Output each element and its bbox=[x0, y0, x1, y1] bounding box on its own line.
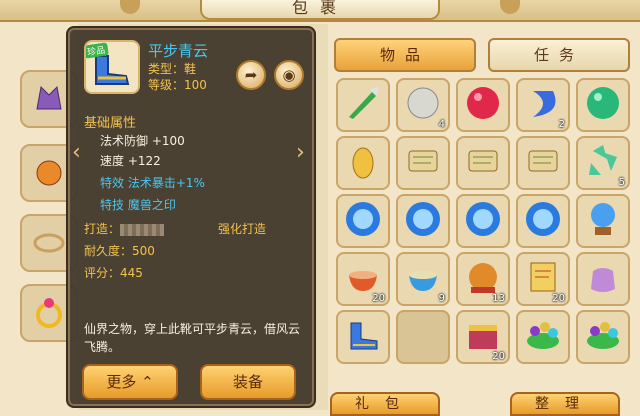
item-count: 9 bbox=[438, 293, 445, 304]
item-icon-frame: 珍品 bbox=[84, 40, 140, 94]
window-title: 包裹 bbox=[200, 0, 440, 20]
pouch-icon bbox=[583, 257, 623, 301]
item-name: 平步青云 bbox=[148, 42, 209, 60]
chevron-up-icon: ⌃ bbox=[141, 373, 154, 391]
gift-button[interactable]: 礼包 bbox=[330, 392, 440, 416]
moon-gem-icon bbox=[523, 83, 563, 127]
inventory-slot[interactable]: 13 bbox=[456, 252, 510, 306]
special-effect: 特效 法术暴击+1% bbox=[100, 176, 205, 190]
blurred-text bbox=[120, 223, 165, 236]
necklace-icon bbox=[36, 160, 62, 186]
item-count: 13 bbox=[492, 293, 505, 304]
inventory-slot[interactable] bbox=[576, 78, 630, 132]
prev-arrow-icon[interactable]: ‹ bbox=[72, 140, 81, 165]
forge-status: 强化打造 bbox=[218, 222, 267, 236]
inventory-slot[interactable] bbox=[336, 310, 390, 364]
blue-orb-icon bbox=[523, 199, 563, 243]
inventory-slot[interactable] bbox=[516, 136, 570, 190]
next-arrow-icon[interactable]: › bbox=[296, 140, 305, 165]
special-skill: 特技 魔兽之印 bbox=[100, 198, 176, 212]
scroll-icon bbox=[403, 141, 443, 185]
equip-label: 装备 bbox=[232, 373, 263, 391]
item-count: 20 bbox=[492, 351, 505, 362]
inventory-slot[interactable] bbox=[336, 136, 390, 190]
noodle-bowl-icon bbox=[403, 257, 443, 301]
item-count: 20 bbox=[552, 293, 565, 304]
durability: 耐久度：500 bbox=[84, 244, 155, 258]
share-button[interactable]: ➦ bbox=[236, 60, 266, 90]
inventory-slot[interactable] bbox=[336, 194, 390, 248]
scroll-icon bbox=[523, 141, 563, 185]
inventory-slot[interactable] bbox=[456, 136, 510, 190]
item-tooltip: 珍品 平步青云 类型：鞋 等级：100 ➦ ◉ ‹ › 基础属性 法术防御 +1… bbox=[66, 26, 316, 408]
weapon-icon bbox=[343, 83, 383, 127]
banner-ornament bbox=[500, 0, 520, 14]
inventory-slot[interactable] bbox=[576, 194, 630, 248]
tab-items[interactable]: 物品 bbox=[334, 38, 476, 72]
inventory-slot[interactable] bbox=[576, 310, 630, 364]
beads-leaf-icon bbox=[583, 315, 623, 359]
red-orb-icon bbox=[463, 83, 503, 127]
preview-button[interactable]: ◉ bbox=[274, 60, 304, 90]
sort-button[interactable]: 整理 bbox=[510, 392, 620, 416]
item-count: 5 bbox=[618, 177, 625, 188]
item-type: 类型：鞋 bbox=[148, 62, 197, 76]
forge-row: 打造： bbox=[84, 220, 165, 237]
stat-line: 法术防御 +100 bbox=[100, 134, 185, 148]
green-crystal-icon bbox=[583, 141, 623, 185]
top-banner: 包裹 bbox=[0, 0, 640, 22]
banner-ornament bbox=[120, 0, 140, 14]
item-count: 20 bbox=[372, 293, 385, 304]
eye-icon: ◉ bbox=[282, 66, 296, 84]
blue-orb-icon bbox=[463, 199, 503, 243]
score: 评分：445 bbox=[84, 266, 143, 280]
section-title: 基础属性 bbox=[84, 116, 137, 131]
scroll-icon bbox=[463, 141, 503, 185]
beads-leaf-icon bbox=[523, 315, 563, 359]
green-orb-icon bbox=[583, 83, 623, 127]
inventory-slot[interactable]: 20 bbox=[516, 252, 570, 306]
shell-icon bbox=[403, 83, 443, 127]
inventory-slot[interactable]: 20 bbox=[336, 252, 390, 306]
helmet-icon bbox=[36, 85, 62, 110]
blue-sphere-icon bbox=[583, 199, 623, 243]
inventory-slot[interactable] bbox=[396, 194, 450, 248]
inventory-slot[interactable]: 5 bbox=[576, 136, 630, 190]
inventory-slot[interactable] bbox=[516, 310, 570, 364]
inventory-slot[interactable] bbox=[336, 78, 390, 132]
equip-button[interactable]: 装备 bbox=[200, 364, 296, 400]
blue-orb-icon bbox=[403, 199, 443, 243]
more-label: 更多 bbox=[106, 373, 137, 391]
boots-icon bbox=[343, 315, 383, 359]
blue-orb-icon bbox=[343, 199, 383, 243]
inventory-slot[interactable] bbox=[516, 194, 570, 248]
share-icon: ➦ bbox=[244, 66, 258, 84]
inventory-slot[interactable]: 2 bbox=[516, 78, 570, 132]
inventory-slot[interactable]: 9 bbox=[396, 252, 450, 306]
inventory-slot-empty[interactable] bbox=[396, 310, 450, 364]
item-level: 等级：100 bbox=[148, 78, 207, 92]
more-button[interactable]: 更多 ⌃ bbox=[82, 364, 178, 400]
forge-label: 打造： bbox=[84, 222, 121, 236]
ring-icon bbox=[36, 298, 62, 328]
inventory-slot[interactable] bbox=[576, 252, 630, 306]
belt-icon bbox=[33, 233, 65, 253]
inventory-slot[interactable] bbox=[456, 194, 510, 248]
item-count: 2 bbox=[558, 119, 565, 130]
item-description: 仙界之物，穿上此靴可平步青云，借风云飞腾。 bbox=[84, 322, 301, 354]
inventory-slot[interactable] bbox=[396, 136, 450, 190]
inventory-slot[interactable]: 4 bbox=[396, 78, 450, 132]
tab-tasks[interactable]: 任务 bbox=[488, 38, 630, 72]
inventory-slot[interactable] bbox=[456, 78, 510, 132]
gold-ingot-icon bbox=[343, 141, 383, 185]
stat-line: 速度 +122 bbox=[100, 154, 161, 168]
inventory-slot[interactable]: 20 bbox=[456, 310, 510, 364]
item-count: 4 bbox=[438, 119, 445, 130]
